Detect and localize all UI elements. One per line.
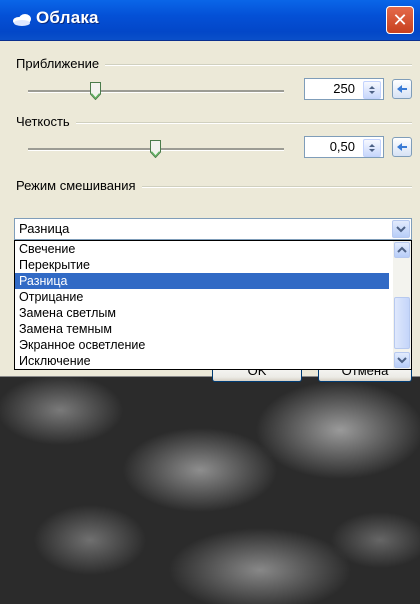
zoom-value: 250 bbox=[333, 81, 355, 96]
title-bar[interactable]: Облака ✕ bbox=[0, 0, 420, 41]
sharpness-label: Четкость bbox=[16, 114, 76, 129]
blend-mode-list[interactable]: Свечение Перекрытие Разница Отрицание За… bbox=[14, 240, 412, 370]
chevron-up-icon bbox=[397, 246, 407, 253]
clouds-dialog: Облака ✕ Приближение 250 Четкость 0,50 Р… bbox=[0, 0, 420, 382]
blend-option-6[interactable]: Экранное осветление bbox=[15, 337, 389, 353]
reset-arrow-icon bbox=[397, 85, 407, 93]
spinner-arrows-icon bbox=[369, 86, 375, 94]
zoom-slider-thumb[interactable] bbox=[90, 82, 101, 100]
sharpness-input[interactable]: 0,50 bbox=[304, 136, 384, 158]
sharpness-slider-thumb[interactable] bbox=[150, 140, 161, 158]
blend-mode-select[interactable]: Разница bbox=[14, 218, 412, 240]
blend-mode-label: Режим смешивания bbox=[16, 178, 142, 193]
close-button[interactable]: ✕ bbox=[386, 6, 414, 34]
blend-option-7[interactable]: Исключение bbox=[15, 353, 389, 369]
blend-mode-selected: Разница bbox=[19, 221, 70, 236]
chevron-down-icon bbox=[397, 357, 407, 364]
spinner-arrows-icon bbox=[369, 144, 375, 152]
dropdown-arrow-button[interactable] bbox=[392, 220, 410, 238]
scroll-thumb[interactable] bbox=[394, 297, 410, 349]
clouds-preview bbox=[0, 370, 420, 604]
zoom-slider-track[interactable] bbox=[28, 90, 284, 93]
clouds-app-icon bbox=[13, 14, 31, 26]
blend-option-2[interactable]: Разница bbox=[15, 273, 389, 289]
blend-option-3[interactable]: Отрицание bbox=[15, 289, 389, 305]
sharpness-value: 0,50 bbox=[329, 139, 355, 154]
scroll-up-button[interactable] bbox=[394, 242, 410, 258]
scroll-down-button[interactable] bbox=[394, 352, 410, 368]
zoom-reset-button[interactable] bbox=[392, 79, 412, 99]
sharpness-spinner[interactable] bbox=[363, 139, 381, 157]
window-title: Облака bbox=[36, 8, 99, 27]
blend-option-1[interactable]: Перекрытие bbox=[15, 257, 389, 273]
chevron-down-icon bbox=[396, 226, 406, 233]
list-scrollbar[interactable] bbox=[393, 241, 411, 369]
zoom-input[interactable]: 250 bbox=[304, 78, 384, 100]
zoom-spinner[interactable] bbox=[363, 81, 381, 99]
zoom-label: Приближение bbox=[16, 56, 106, 71]
blend-option-5[interactable]: Замена темным bbox=[15, 321, 389, 337]
blend-option-4[interactable]: Замена светлым bbox=[15, 305, 389, 321]
sharpness-reset-button[interactable] bbox=[392, 137, 412, 157]
blend-mode-options: Свечение Перекрытие Разница Отрицание За… bbox=[15, 241, 411, 369]
blend-option-0[interactable]: Свечение bbox=[15, 241, 389, 257]
reset-arrow-icon bbox=[397, 143, 407, 151]
